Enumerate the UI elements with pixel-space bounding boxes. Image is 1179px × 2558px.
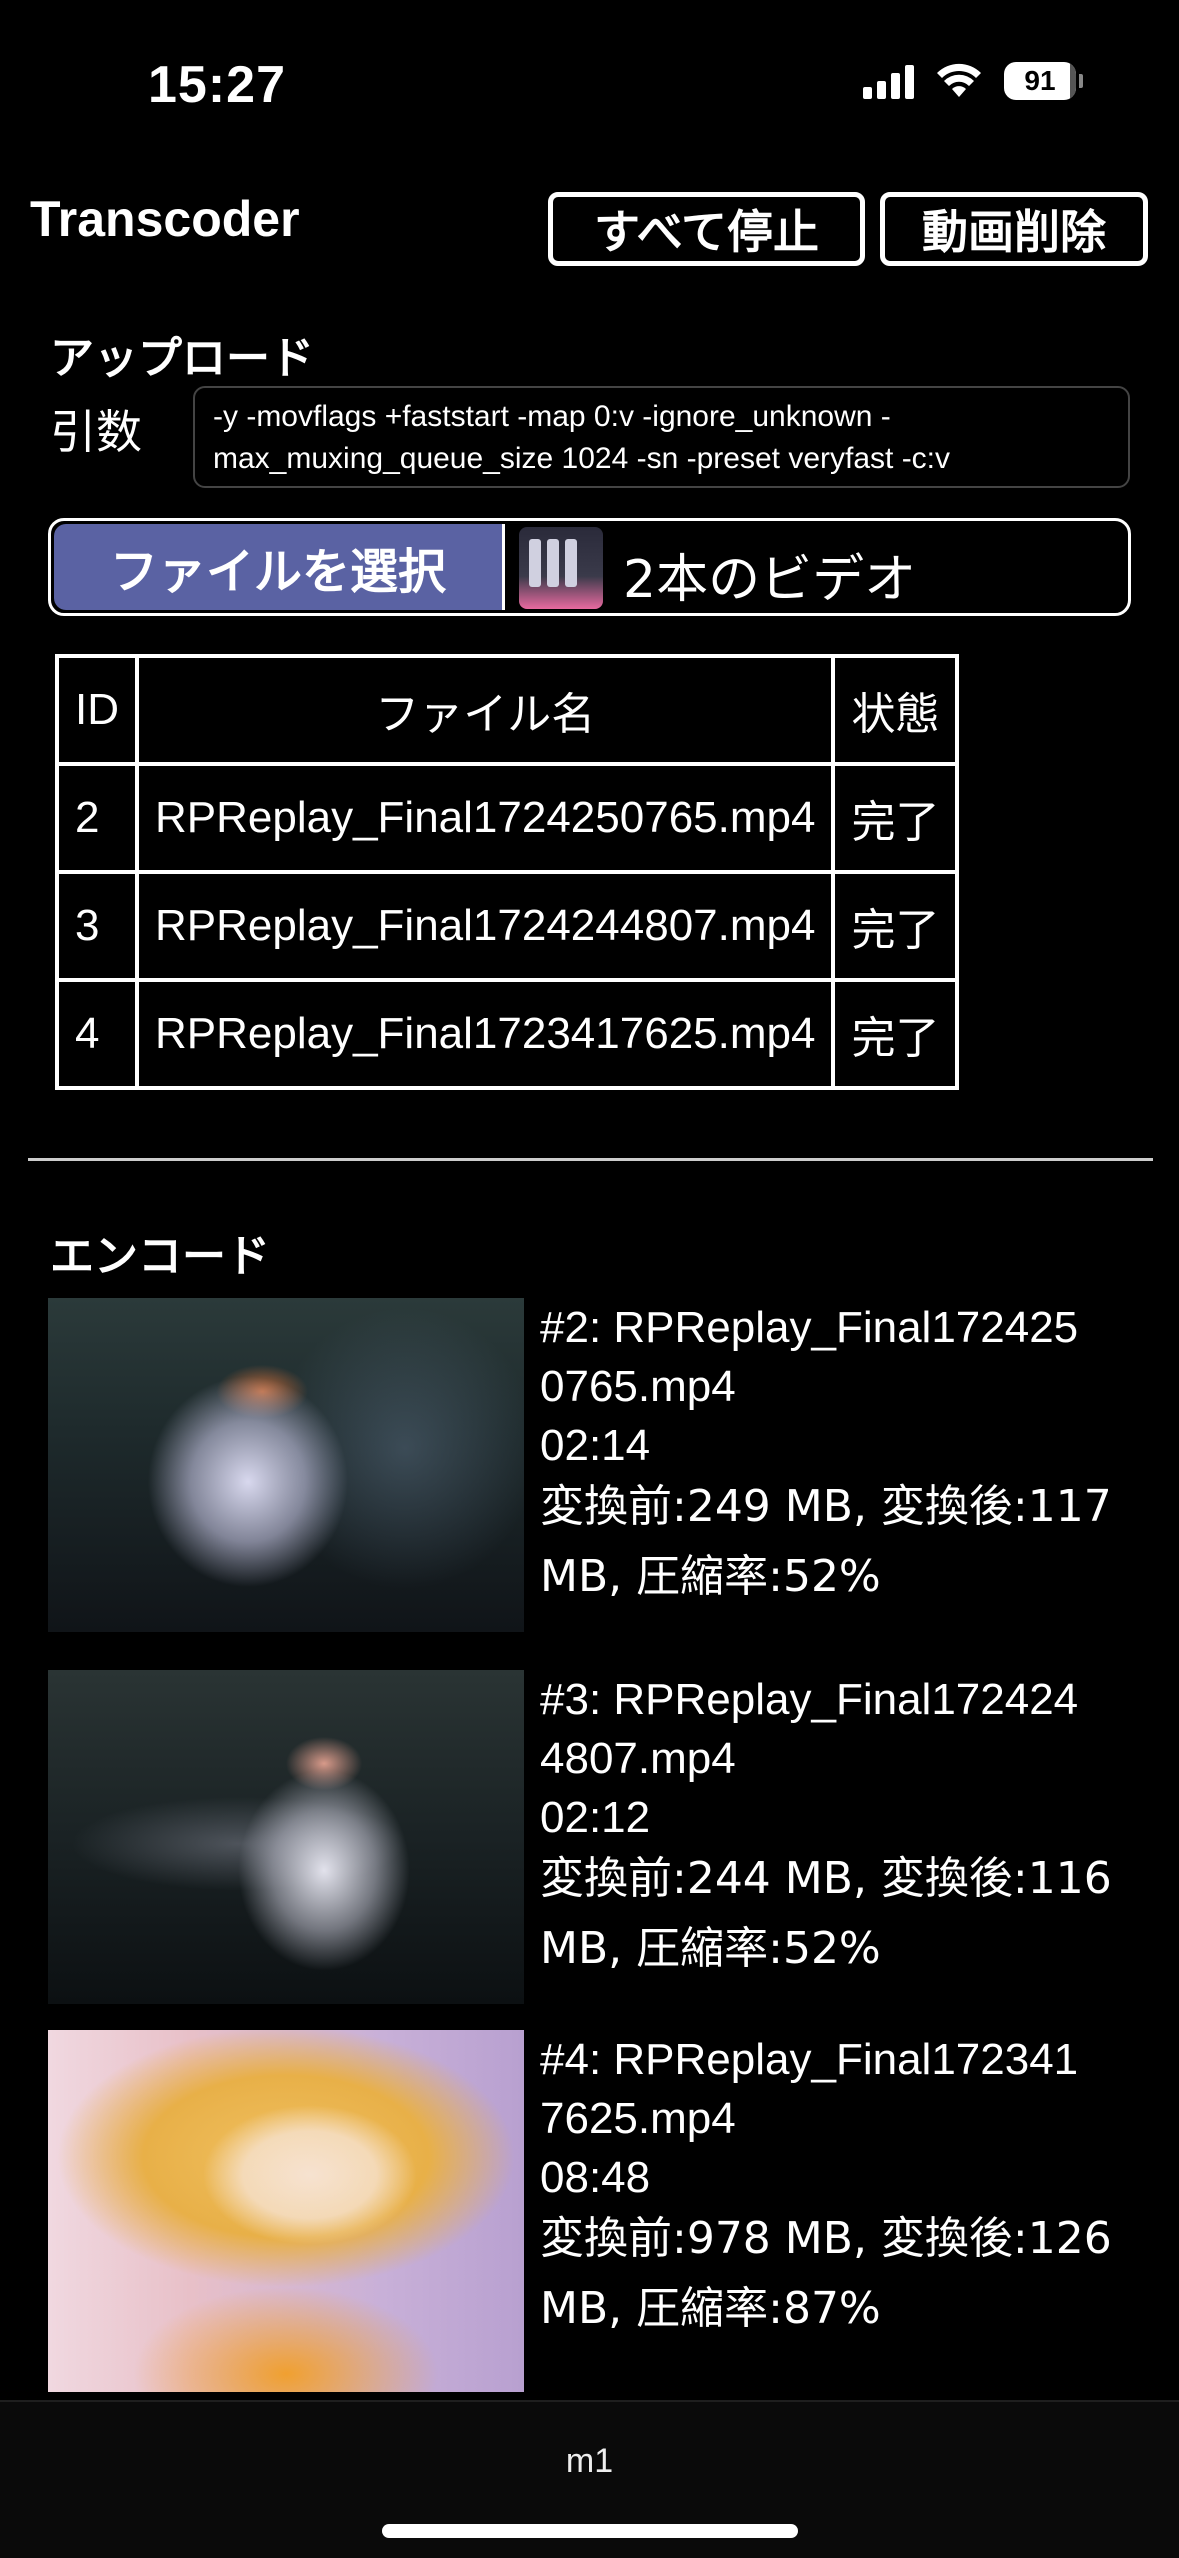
- encode-filename-line2: 4807.mp4: [540, 1734, 736, 1783]
- battery-percent: 91: [1024, 65, 1056, 96]
- browser-bottom-bar: m1: [0, 2400, 1179, 2558]
- encode-duration: 08:48: [540, 2153, 651, 2202]
- upload-section-title: アップロード: [50, 333, 314, 384]
- encode-duration: 02:14: [540, 1421, 651, 1470]
- encode-filename-line2: 7625.mp4: [540, 2094, 736, 2143]
- encode-filename-line1: #4: RPReplay_Final172341: [540, 2035, 1079, 2084]
- encode-stats-line2: MB, 圧縮率:87%: [540, 2283, 881, 2334]
- file-picker[interactable]: ファイルを選択 2本のビデオ: [48, 518, 1131, 616]
- args-label: 引数: [50, 405, 142, 459]
- wifi-icon: [937, 63, 981, 97]
- encode-section-title: エンコード: [50, 1231, 270, 1282]
- column-header-status: 状態: [831, 654, 960, 766]
- status-time: 15:27: [148, 56, 286, 114]
- video-thumbnail[interactable]: [48, 1298, 524, 1632]
- upload-table: ID ファイル名 状態 2 RPReplay_Final1724250765.m…: [55, 654, 960, 1090]
- encode-duration: 02:12: [540, 1793, 651, 1842]
- encode-stats-line2: MB, 圧縮率:52%: [540, 1551, 881, 1602]
- encode-stats-line2: MB, 圧縮率:52%: [540, 1923, 881, 1974]
- encode-stats-line1: 変換前:249 MB, 変換後:117: [540, 1481, 1112, 1532]
- delete-videos-button[interactable]: 動画削除: [880, 192, 1148, 266]
- encode-filename-line1: #2: RPReplay_Final172425: [540, 1303, 1079, 1352]
- column-header-id: ID: [55, 654, 139, 766]
- table-row: 2 RPReplay_Final1724250765.mp4 完了: [55, 762, 960, 874]
- home-indicator[interactable]: [382, 2524, 798, 2538]
- choose-file-button[interactable]: ファイルを選択: [54, 524, 505, 610]
- address-bar[interactable]: m1: [0, 2442, 1179, 2481]
- selected-file-thumbnail: [519, 527, 603, 609]
- table-header-row: ID ファイル名 状態: [55, 654, 960, 766]
- status-bar: 15:27 91: [0, 0, 1179, 150]
- row-id: 2: [55, 762, 139, 874]
- encode-stats-line1: 変換前:244 MB, 変換後:116: [540, 1853, 1112, 1904]
- encode-filename-line1: #3: RPReplay_Final172424: [540, 1675, 1079, 1724]
- row-status: 完了: [831, 870, 960, 982]
- row-id: 4: [55, 978, 139, 1090]
- encode-info: #2: RPReplay_Final172425 0765.mp4 02:14 …: [540, 1298, 1179, 1615]
- encode-stats-line1: 変換前:978 MB, 変換後:126: [540, 2213, 1112, 2264]
- row-status: 完了: [831, 978, 960, 1090]
- app-title: Transcoder: [30, 191, 300, 247]
- cellular-signal-icon: [863, 63, 914, 99]
- row-filename: RPReplay_Final1724250765.mp4: [134, 762, 836, 874]
- row-filename: RPReplay_Final1723417625.mp4: [134, 978, 836, 1090]
- video-thumbnail[interactable]: [48, 1670, 524, 2004]
- battery-icon: 91: [1004, 62, 1083, 100]
- row-id: 3: [55, 870, 139, 982]
- row-filename: RPReplay_Final1724244807.mp4: [134, 870, 836, 982]
- encode-filename-line2: 0765.mp4: [540, 1362, 736, 1411]
- encode-info: #3: RPReplay_Final172424 4807.mp4 02:12 …: [540, 1670, 1179, 1987]
- table-row: 3 RPReplay_Final1724244807.mp4 完了: [55, 870, 960, 982]
- stop-all-button[interactable]: すべて停止: [548, 192, 865, 266]
- args-input[interactable]: -y -movflags +faststart -map 0:v -ignore…: [193, 386, 1130, 488]
- video-thumbnail[interactable]: [48, 2030, 524, 2392]
- column-header-filename: ファイル名: [134, 654, 836, 766]
- selected-files-label: 2本のビデオ: [623, 550, 917, 610]
- row-status: 完了: [831, 762, 960, 874]
- status-icons: 91: [863, 62, 1083, 100]
- encode-info: #4: RPReplay_Final172341 7625.mp4 08:48 …: [540, 2030, 1179, 2347]
- table-row: 4 RPReplay_Final1723417625.mp4 完了: [55, 978, 960, 1090]
- section-divider: [28, 1158, 1153, 1161]
